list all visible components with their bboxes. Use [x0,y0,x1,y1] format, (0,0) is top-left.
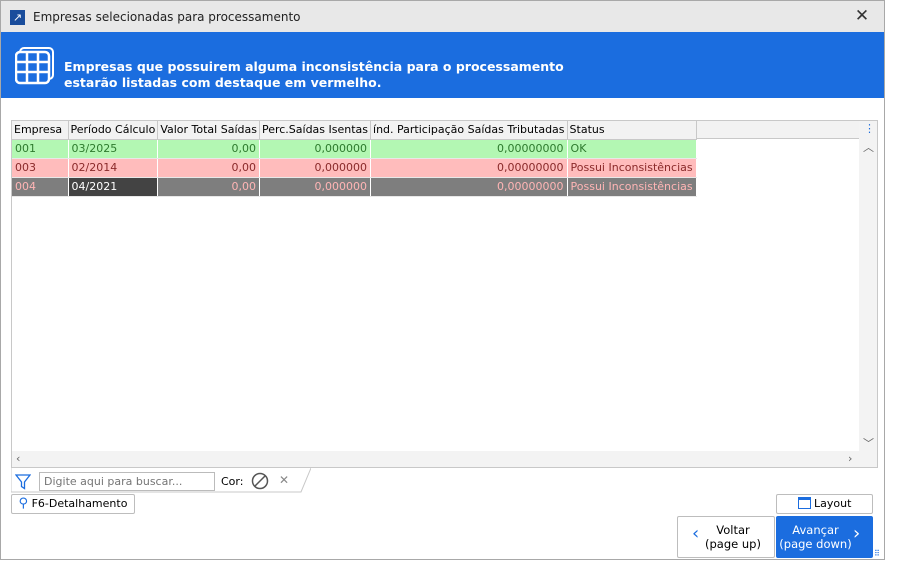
cell-periodo-focused[interactable]: 04/2021 [68,177,159,197]
detail-button[interactable]: ⚲ F6-Detalhamento [11,494,135,514]
cell-ind: 0,00000000 [370,139,568,159]
scroll-down-icon[interactable]: ﹀ [863,435,874,451]
back-shortcut: (page up) [705,537,761,551]
col-ind[interactable]: índ. Participação Saídas Tributadas [370,121,568,140]
cell-periodo: 03/2025 [68,139,159,159]
companies-grid[interactable]: Empresa Período Cálculo Valor Total Saíd… [11,120,878,468]
no-color-icon[interactable] [251,472,269,490]
banner-line-2: estarão listadas com destaque em vermelh… [64,75,382,90]
col-periodo[interactable]: Período Cálculo [68,121,159,140]
header-row: Empresa Período Cálculo Valor Total Saíd… [12,121,697,140]
col-perc[interactable]: Perc.Saídas Isentas [259,121,372,140]
resize-grip-icon[interactable]: ⠿ [874,549,880,558]
search-input[interactable] [39,472,215,491]
cell-perc: 0,000000 [259,139,372,159]
col-status[interactable]: Status [567,121,697,140]
horizontal-scrollbar[interactable]: ‹ › [12,451,877,467]
cell-status: Possui Inconsistências [567,177,697,197]
back-button[interactable]: ‹ Voltar (page up) [677,516,775,558]
layout-icon [797,497,811,509]
cell-perc: 0,000000 [259,158,372,178]
cell-empresa: 003 [12,158,69,178]
cell-status: Possui Inconsistências [567,158,697,178]
chevron-right-icon: › [853,523,861,544]
clear-filter-icon[interactable]: ✕ [279,473,289,487]
scroll-up-icon[interactable]: ︿ [863,139,874,155]
col-valor[interactable]: Valor Total Saídas [157,121,260,140]
next-shortcut: (page down) [779,537,852,551]
cell-status: OK [567,139,697,159]
table-row[interactable]: 001 03/2025 0,00 0,000000 0,00000000 OK [12,139,697,159]
vertical-scrollbar[interactable]: ⋮ ︿ ﹀ [859,121,877,451]
window-title: Empresas selecionadas para processamento [33,10,301,24]
close-button[interactable]: ✕ [851,6,873,28]
scroll-right-icon[interactable]: › [848,452,852,465]
next-button[interactable]: › Avançar (page down) [776,516,873,558]
column-chooser-icon[interactable]: ⋮ [864,122,875,135]
next-label: Avançar [792,523,839,537]
cell-valor: 0,00 [157,158,260,178]
scroll-left-icon[interactable]: ‹ [16,452,20,465]
layout-button[interactable]: Layout [776,494,873,514]
table-row[interactable]: 003 02/2014 0,00 0,000000 0,00000000 Pos… [12,158,697,178]
col-empresa[interactable]: Empresa [12,121,69,140]
dialog-window: ↗ Empresas selecionadas para processamen… [0,0,885,560]
chevron-left-icon: ‹ [692,523,700,544]
cell-empresa: 004 [12,177,69,197]
detail-label: F6-Detalhamento [31,497,128,510]
cell-empresa: 001 [12,139,69,159]
color-label: Cor: [221,475,244,488]
layout-label: Layout [814,497,852,510]
cell-perc: 0,000000 [259,177,372,197]
app-icon: ↗ [10,10,25,25]
cell-valor: 0,00 [157,177,260,197]
title-bar: ↗ Empresas selecionadas para processamen… [1,1,884,32]
search-icon: ⚲ [18,496,29,511]
cell-ind: 0,00000000 [370,158,568,178]
info-banner: Empresas que possuirem alguma inconsistê… [1,32,884,98]
cell-periodo: 02/2014 [68,158,159,178]
filter-icon[interactable] [15,473,31,490]
cell-valor: 0,00 [157,139,260,159]
table-row-selected[interactable]: 004 04/2021 0,00 0,000000 0,00000000 Pos… [12,177,697,197]
table-icon [15,47,54,85]
cell-ind: 0,00000000 [370,177,568,197]
back-label: Voltar [716,523,750,537]
banner-line-1: Empresas que possuirem alguma inconsistê… [64,59,564,74]
